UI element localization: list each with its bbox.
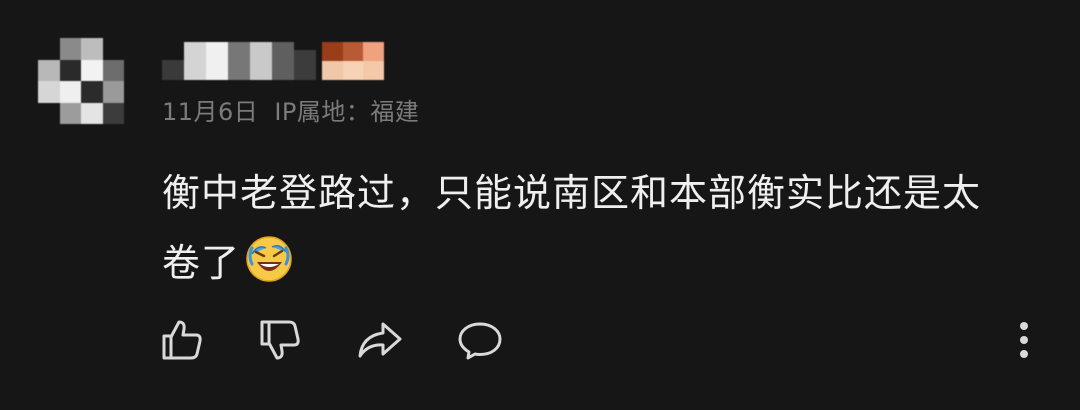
share-arrow-icon[interactable] xyxy=(356,316,404,364)
comment-text-line-2-text: 卷了 xyxy=(162,241,241,285)
laughing-crying-face-icon xyxy=(244,234,294,284)
comment-date: 11月6日 xyxy=(162,98,259,126)
thumbs-down-icon[interactable] xyxy=(256,316,304,364)
comment-bubble-icon[interactable] xyxy=(456,316,504,364)
comment-card: 11月6日 IP属地：福建 衡中老登路过，只能说南区和本部衡实比还是太 卷了 xyxy=(0,0,1080,410)
avatar[interactable] xyxy=(38,38,124,124)
more-vertical-icon[interactable] xyxy=(1000,316,1048,364)
comment-text: 衡中老登路过，只能说南区和本部衡实比还是太 卷了 xyxy=(162,158,1042,298)
ip-location: IP属地：福建 xyxy=(274,98,420,126)
thumbs-up-icon[interactable] xyxy=(158,316,206,364)
comment-text-line-1: 衡中老登路过，只能说南区和本部衡实比还是太 xyxy=(162,171,982,215)
user-badge xyxy=(322,42,384,80)
comment-text-line-2: 卷了 xyxy=(162,228,1042,298)
comment-actions xyxy=(0,316,1080,366)
comment-meta: 11月6日 IP属地：福建 xyxy=(162,92,419,127)
username[interactable] xyxy=(162,42,316,80)
